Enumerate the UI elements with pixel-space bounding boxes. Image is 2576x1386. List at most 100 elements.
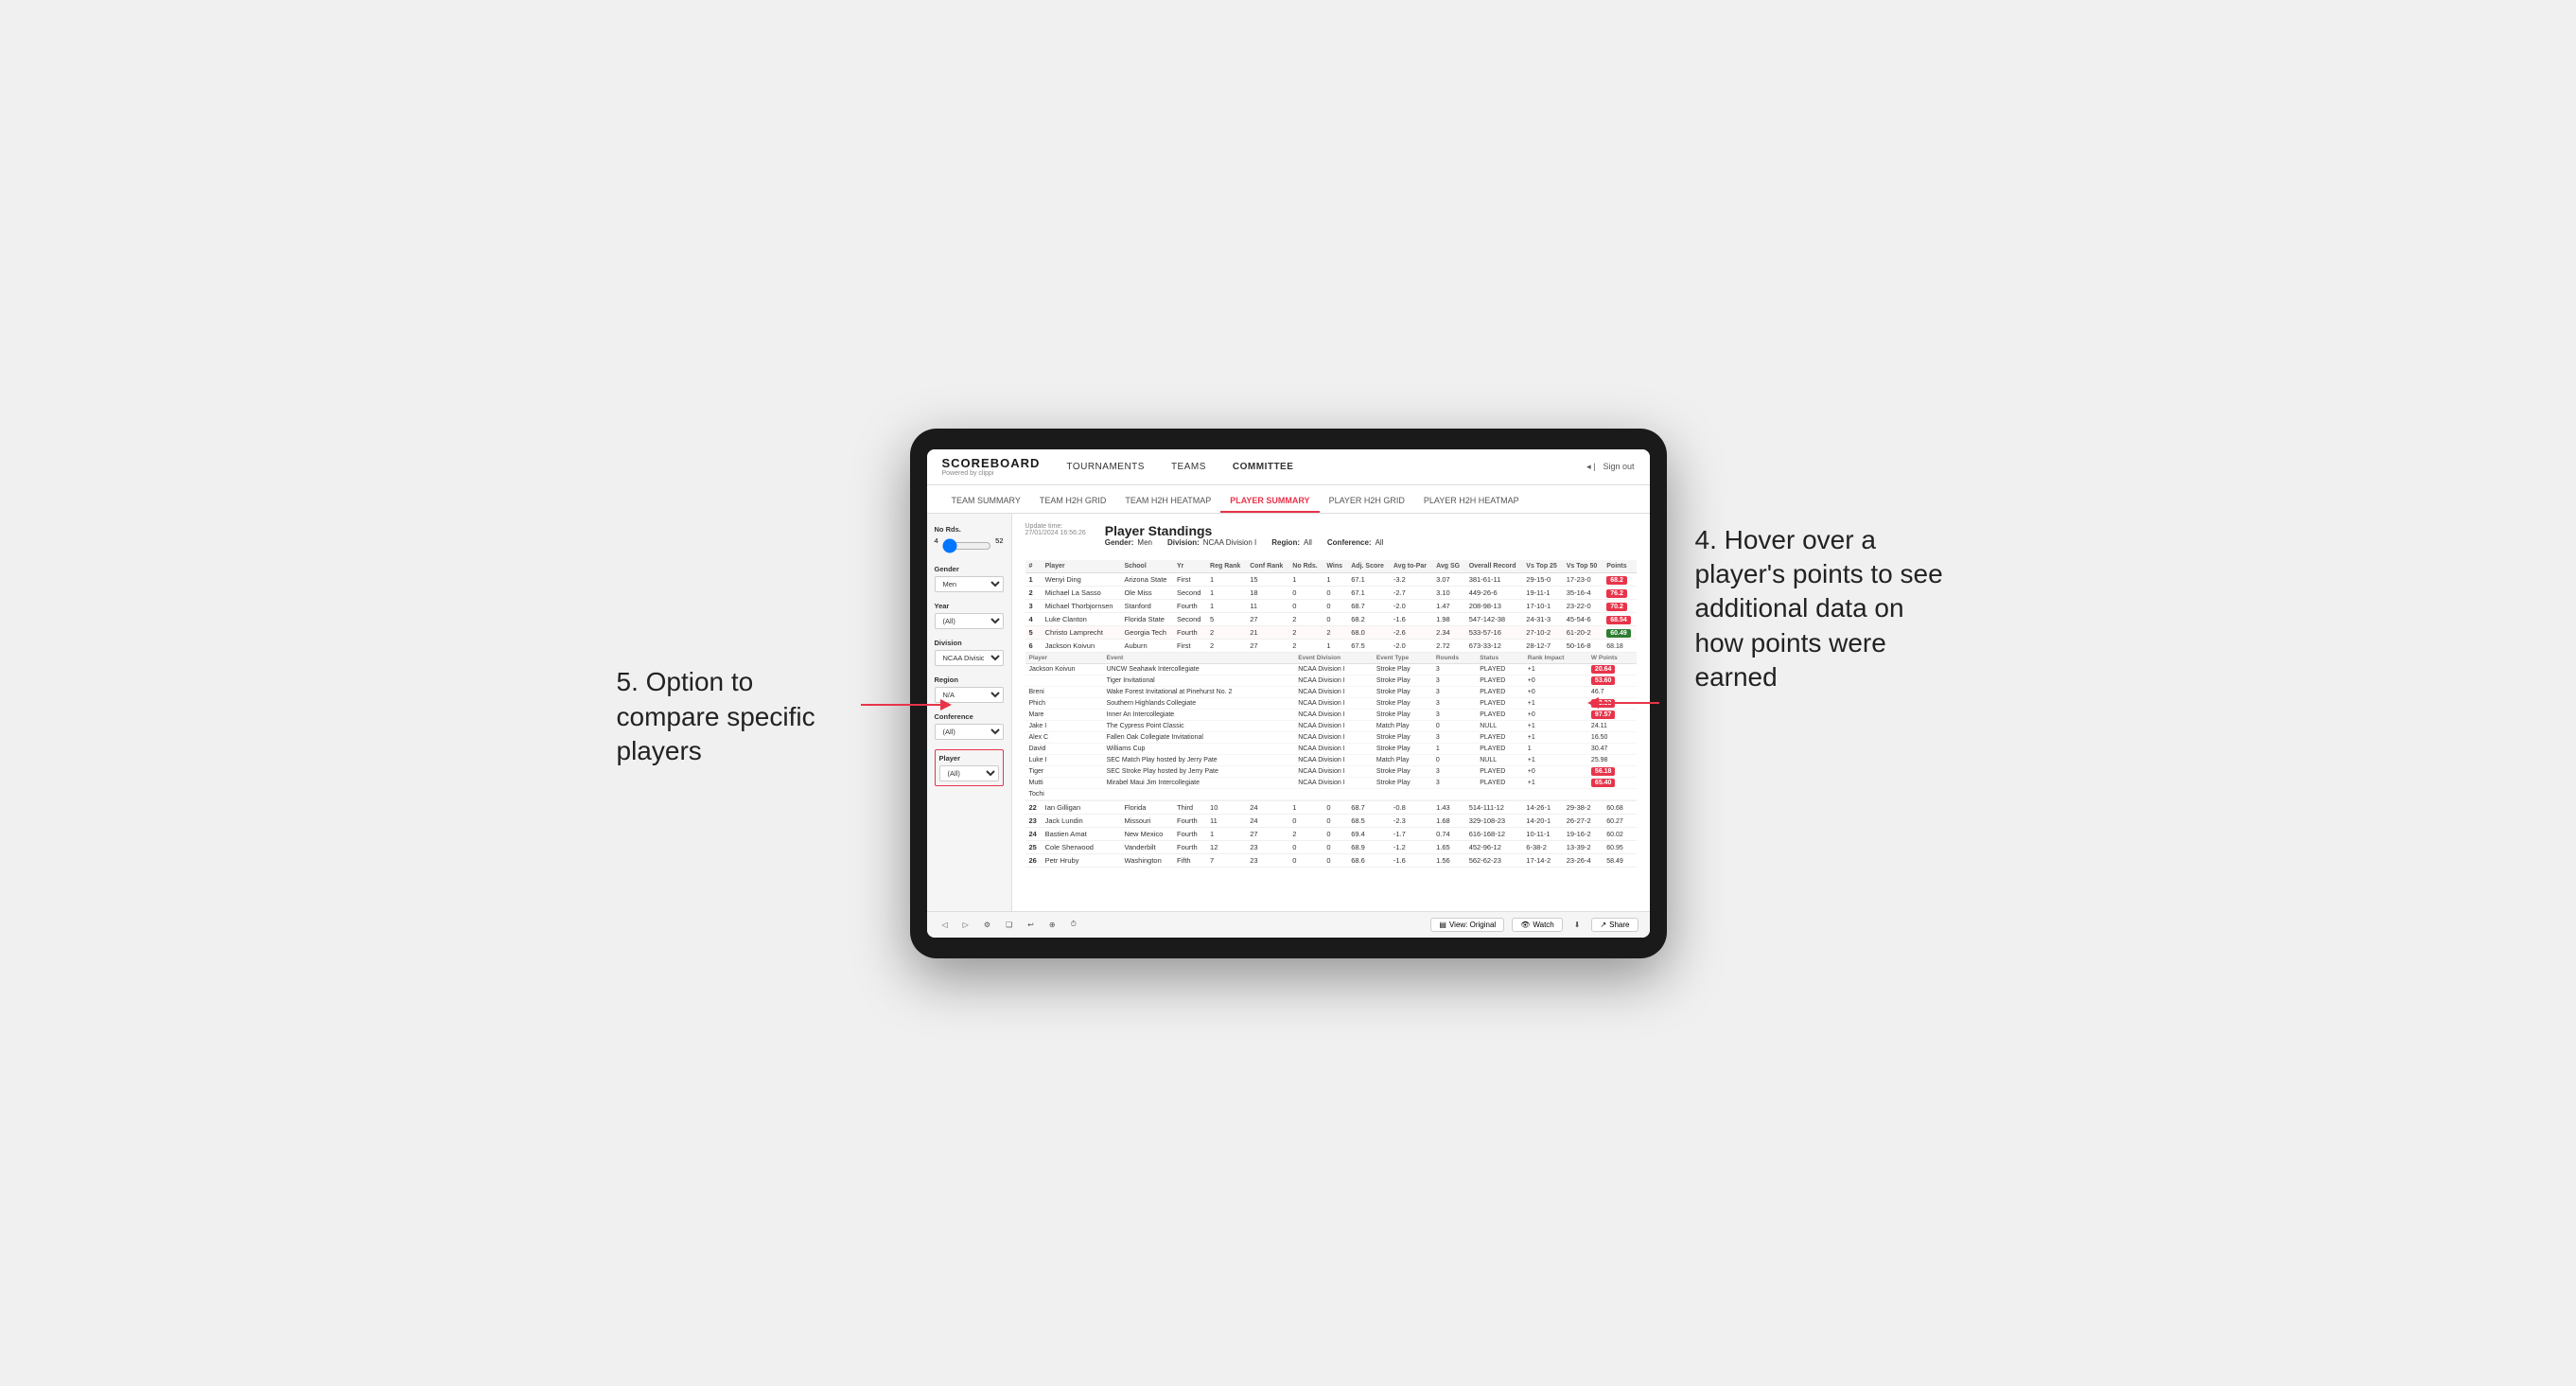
adj-score: 68.7 [1347,800,1390,814]
ev-type: Match Play [1373,720,1432,731]
wins: 0 [1323,599,1347,612]
ev-event: Mirabel Maui Jim Intercollegiate [1103,777,1295,788]
ev-event: Inner An Intercollegiate [1103,709,1295,720]
tablet-screen: SCOREBOARD Powered by clippi TOURNAMENTS… [927,449,1650,938]
copy-btn[interactable]: ❏ [1002,919,1016,931]
sub-nav-team-h2h-heatmap[interactable]: TEAM H2H HEATMAP [1115,490,1220,513]
add-btn[interactable]: ⊕ [1045,919,1060,931]
sub-nav-team-summary[interactable]: TEAM SUMMARY [942,490,1030,513]
school: Washington [1120,853,1173,867]
player-select[interactable]: (All) [939,765,999,781]
table-row: 25 Cole Sherwood Vanderbilt Fourth 12 23… [1025,840,1637,853]
view-btn[interactable]: ▤ View: Original [1430,918,1504,932]
timer-btn[interactable]: ⏱ [1067,918,1080,931]
forward-btn[interactable]: ▷ [959,919,973,931]
ev-type: Stroke Play [1373,675,1432,686]
player-label: Player [939,754,999,763]
player-name: Wenyi Ding [1042,572,1121,586]
no-rds-label: No Rds. [935,525,1004,534]
ev-rounds: 3 [1432,765,1476,777]
wins: 0 [1323,800,1347,814]
header-right: ◂ | Sign out [1586,462,1634,472]
undo-btn[interactable]: ↩ [1024,919,1038,931]
points-cell[interactable]: 68.18 [1603,639,1636,652]
download-btn[interactable]: ⬇ [1570,919,1585,931]
player-name: Cole Sherwood [1042,840,1121,853]
table-row: 1 Wenyi Ding Arizona State First 1 15 1 … [1025,572,1637,586]
sign-out-link[interactable]: Sign out [1603,462,1634,471]
sidebar-gender: Gender Men Women [935,565,1004,592]
ev-type: Match Play [1373,754,1432,765]
conference-select[interactable]: (All) [935,724,1004,740]
ev-type: Stroke Play [1373,709,1432,720]
ev-status: PLAYED [1476,686,1524,697]
ev-division: NCAA Division I [1294,709,1373,720]
col-event-division: Event Division [1294,653,1373,664]
filter-conference: Conference: All [1327,538,1384,547]
watch-btn[interactable]: 👁 Watch [1512,918,1563,932]
ev-points[interactable]: 20.64 [1587,663,1637,675]
nav-teams[interactable]: TEAMS [1167,460,1210,474]
vs-top50: 23-26-4 [1563,853,1603,867]
event-row: Mare Inner An Intercollegiate NCAA Divis… [1025,709,1637,720]
avg-to-par: -2.0 [1390,639,1432,652]
header-back[interactable]: ◂ | [1586,462,1595,472]
ev-rounds: 1 [1432,743,1476,754]
ev-player [1025,675,1103,686]
points-cell[interactable]: 68.54 [1603,612,1636,625]
nav-tournaments[interactable]: TOURNAMENTS [1062,460,1148,474]
ev-points[interactable]: 65.40 [1587,777,1637,788]
ev-points[interactable]: 56.18 [1587,765,1637,777]
conf-rank: 18 [1246,586,1288,599]
avg-to-par: -3.2 [1390,572,1432,586]
no-rds-slider[interactable] [942,538,991,553]
ev-points[interactable]: 30.47 [1587,743,1637,754]
points-cell[interactable]: 58.49 [1603,853,1636,867]
points-cell[interactable]: 60.95 [1603,840,1636,853]
vs-top50: 45-54-6 [1563,612,1603,625]
yr: Second [1173,612,1206,625]
ev-points[interactable]: 16.50 [1587,731,1637,743]
division-select[interactable]: NCAA Division I [935,650,1004,666]
points-cell[interactable]: 70.2 [1603,599,1636,612]
gender-select[interactable]: Men Women [935,576,1004,592]
no-rds: 2 [1288,612,1323,625]
settings-btn[interactable]: ⚙ [980,919,994,931]
share-btn[interactable]: ↗ Share [1591,918,1638,932]
ev-points[interactable]: 24.11 [1587,720,1637,731]
yr: Second [1173,586,1206,599]
view-label: View: Original [1449,921,1496,929]
points-cell[interactable]: 60.68 [1603,800,1636,814]
points-cell[interactable]: 68.2 [1603,572,1636,586]
ev-type: Stroke Play [1373,777,1432,788]
app-header: SCOREBOARD Powered by clippi TOURNAMENTS… [927,449,1650,485]
ev-points[interactable]: 46.7 [1587,686,1637,697]
avg-sg: 3.07 [1432,572,1465,586]
no-rds: 0 [1288,840,1323,853]
ev-points[interactable]: 25.98 [1587,754,1637,765]
year-select[interactable]: (All) [935,613,1004,629]
ev-player: Alex C [1025,731,1103,743]
yr: Fourth [1173,840,1206,853]
points-cell[interactable]: 60.02 [1603,827,1636,840]
event-row: Jackson Koivun UNCW Seahawk Intercollegi… [1025,663,1637,675]
points-cell[interactable]: 76.2 [1603,586,1636,599]
avg-sg: 1.43 [1432,800,1465,814]
ev-event: SEC Match Play hosted by Jerry Pate [1103,754,1295,765]
col-no-rds: No Rds. [1288,560,1323,573]
vs-top50: 61-20-2 [1563,625,1603,639]
table-row: 24 Bastien Amat New Mexico Fourth 1 27 2… [1025,827,1637,840]
ev-points[interactable]: 73.33 [1587,697,1637,709]
points-cell[interactable]: 60.27 [1603,814,1636,827]
ev-points[interactable]: 53.60 [1587,675,1637,686]
sub-nav-player-h2h-grid[interactable]: PLAYER H2H GRID [1320,490,1414,513]
points-cell[interactable]: 60.49 [1603,625,1636,639]
region-select[interactable]: N/A [935,687,1004,703]
nav-committee[interactable]: COMMITTEE [1229,460,1298,474]
sub-nav-player-h2h-heatmap[interactable]: PLAYER H2H HEATMAP [1414,490,1529,513]
ev-rank-impact: +1 [1524,663,1587,675]
sub-nav-team-h2h-grid[interactable]: TEAM H2H GRID [1030,490,1116,513]
sub-nav-player-summary[interactable]: PLAYER SUMMARY [1220,490,1319,513]
back-btn[interactable]: ◁ [938,919,952,931]
ev-points[interactable]: 97.57 [1587,709,1637,720]
